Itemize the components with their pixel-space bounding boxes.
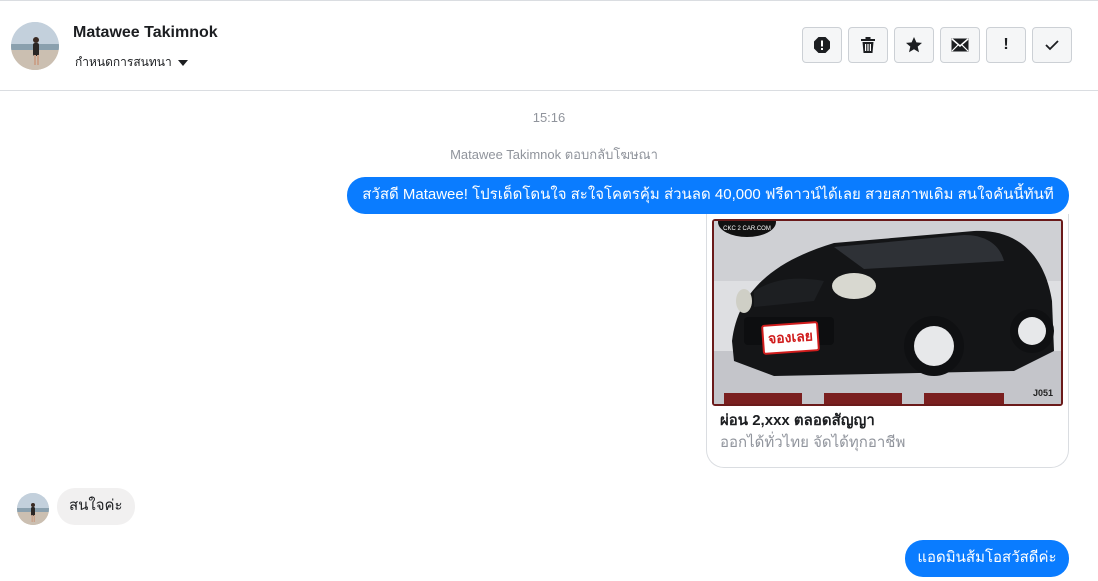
star-button[interactable] <box>894 27 934 63</box>
star-icon <box>906 37 922 53</box>
trash-icon <box>861 37 875 53</box>
follow-up-button[interactable]: ! <box>986 27 1026 63</box>
conversation-toolbar: ! <box>802 27 1072 63</box>
car-photo-icon <box>714 221 1061 404</box>
report-button[interactable] <box>802 27 842 63</box>
book-now-badge: จองเลย <box>761 321 820 355</box>
outgoing-message[interactable]: สวัสดี Matawee! โปรเด็ดโดนใจ สะใจโคตรคุ้… <box>347 177 1069 214</box>
contact-name[interactable]: Matawee Takimnok <box>73 24 218 42</box>
conversation-header: Matawee Takimnok กำหนดการสนทนา ! <box>0 1 1098 91</box>
contact-avatar[interactable] <box>11 22 59 70</box>
delete-button[interactable] <box>848 27 888 63</box>
checkmark-icon <box>1045 40 1059 51</box>
envelope-icon <box>951 38 969 52</box>
report-icon <box>814 37 830 53</box>
outgoing-message[interactable]: แอดมินส้มโอสวัสดีค่ะ <box>905 540 1069 577</box>
caret-down-icon <box>177 59 188 66</box>
incoming-message[interactable]: สนใจค่ะ <box>57 488 135 525</box>
ad-subtitle: ออกได้ทั่วไทย จัดได้ทุกอาชีพ <box>720 434 906 451</box>
conversation-settings-label: กำหนดการสนทนา <box>75 55 172 69</box>
conversation-settings-dropdown[interactable]: กำหนดการสนทนา <box>75 53 188 72</box>
sender-avatar[interactable] <box>17 493 49 525</box>
message-timestamp: 15:16 <box>532 110 566 125</box>
ad-image: CKC 2 CAR.COM จองเลย J051 <box>712 219 1063 406</box>
mark-unread-button[interactable] <box>940 27 980 63</box>
exclamation-icon: ! <box>1003 36 1009 53</box>
ad-card[interactable]: CKC 2 CAR.COM จองเลย J051 ผ่อน 2,xxx ตลอ… <box>706 214 1069 468</box>
avatar-photo-icon <box>11 22 59 70</box>
ad-reply-note: Matawee Takimnok ตอบกลับโฆษณา <box>450 147 658 162</box>
ad-title: ผ่อน 2,xxx ตลอดสัญญา <box>720 412 875 429</box>
mark-done-button[interactable] <box>1032 27 1072 63</box>
avatar-photo-icon <box>17 493 49 525</box>
ad-image-code: J051 <box>1032 388 1053 398</box>
